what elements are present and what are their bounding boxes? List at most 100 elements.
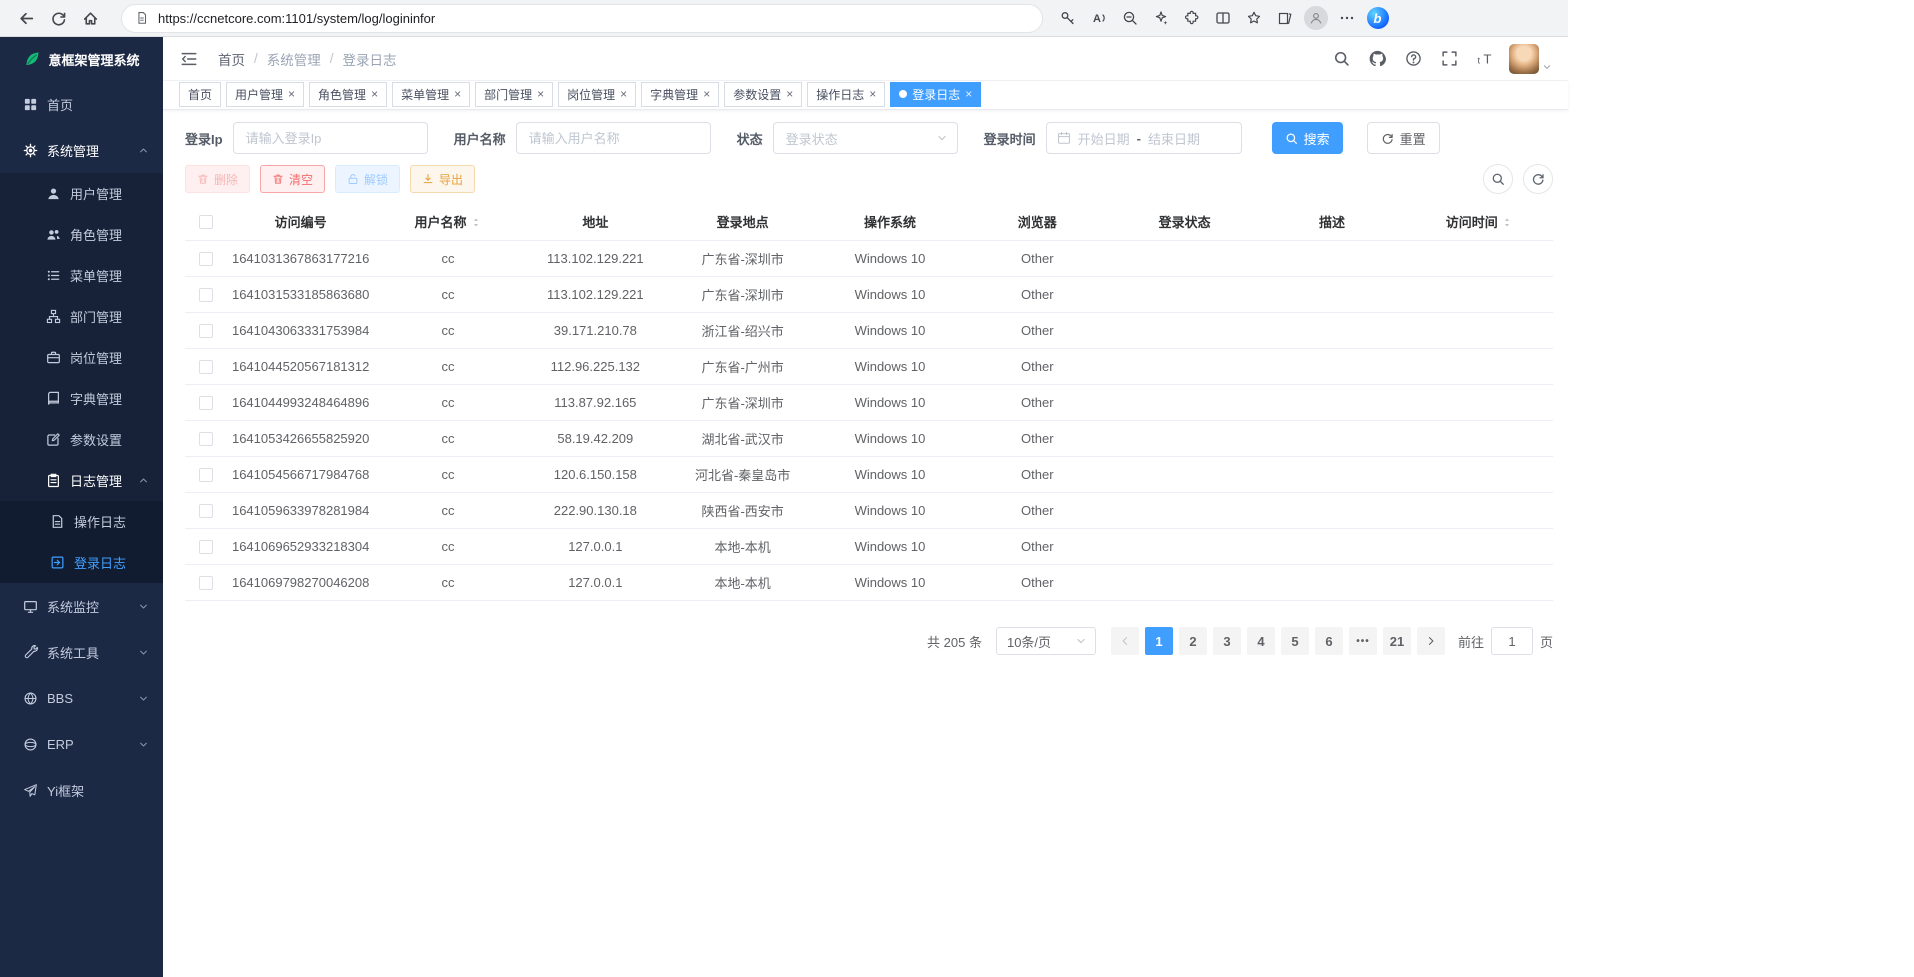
clear-button[interactable]: 清空: [260, 165, 325, 193]
bing-copilot-button[interactable]: b: [1362, 4, 1393, 32]
split-screen-button[interactable]: [1207, 4, 1238, 32]
sidebar-item-system-tools[interactable]: 系统工具: [0, 629, 163, 675]
sidebar-item-login-log[interactable]: 登录日志: [0, 542, 163, 583]
more-pages-button[interactable]: •••: [1349, 627, 1377, 655]
page-button-3[interactable]: 3: [1213, 627, 1241, 655]
tab-home[interactable]: 首页: [179, 82, 221, 107]
row-checkbox[interactable]: [199, 576, 213, 590]
row-checkbox[interactable]: [199, 252, 213, 266]
tab-dict-management[interactable]: 字典管理×: [641, 82, 719, 107]
sidebar-item-dict-management[interactable]: 字典管理: [0, 378, 163, 419]
read-aloud-button[interactable]: A: [1083, 4, 1114, 32]
tab-param-settings[interactable]: 参数设置×: [724, 82, 802, 107]
goto-page-input[interactable]: [1491, 627, 1533, 655]
select-all-checkbox[interactable]: [199, 215, 213, 229]
tab-operation-log[interactable]: 操作日志×: [807, 82, 885, 107]
sidebar-item-menu-management[interactable]: 菜单管理: [0, 255, 163, 296]
page-button-2[interactable]: 2: [1179, 627, 1207, 655]
browser-profile-button[interactable]: [1300, 4, 1331, 32]
sidebar-item-erp[interactable]: ERP: [0, 721, 163, 767]
row-checkbox[interactable]: [199, 360, 213, 374]
tab-dept-management[interactable]: 部门管理×: [475, 82, 553, 107]
table-row[interactable]: 1641053426655825920cc58.19.42.209湖北省-武汉市…: [185, 421, 1553, 457]
tab-close-icon[interactable]: ×: [869, 88, 876, 100]
page-button-4[interactable]: 4: [1247, 627, 1275, 655]
row-checkbox[interactable]: [199, 540, 213, 554]
zoom-button[interactable]: [1114, 4, 1145, 32]
row-checkbox[interactable]: [199, 432, 213, 446]
font-size-button[interactable]: tT: [1473, 47, 1497, 71]
browser-settings-button[interactable]: [1331, 4, 1362, 32]
collections-button[interactable]: [1269, 4, 1300, 32]
sort-caret-icon[interactable]: [470, 215, 482, 230]
favorites-button[interactable]: [1238, 4, 1269, 32]
table-row[interactable]: 1641054566717984768cc120.6.150.158河北省-秦皇…: [185, 457, 1553, 493]
table-row[interactable]: 1641059633978281984cc222.90.130.18陕西省-西安…: [185, 493, 1553, 529]
address-bar[interactable]: https://ccnetcore.com:1101/system/log/lo…: [122, 5, 1042, 32]
next-page-button[interactable]: [1417, 627, 1445, 655]
sort-caret-icon[interactable]: [1501, 215, 1513, 230]
sidebar-toggle-button[interactable]: [177, 47, 201, 71]
sidebar-item-system-monitor[interactable]: 系统监控: [0, 583, 163, 629]
extensions-button[interactable]: [1176, 4, 1207, 32]
table-row[interactable]: 1641031367863177216cc113.102.129.221广东省-…: [185, 241, 1553, 277]
breadcrumb-item-1[interactable]: 系统管理: [267, 49, 321, 69]
prev-page-button[interactable]: [1111, 627, 1139, 655]
row-checkbox[interactable]: [199, 324, 213, 338]
unlock-button[interactable]: 解锁: [335, 165, 400, 193]
sidebar-item-bbs[interactable]: BBS: [0, 675, 163, 721]
user-avatar-button[interactable]: [1509, 44, 1552, 74]
fullscreen-button[interactable]: [1437, 47, 1461, 71]
delete-button[interactable]: 删除: [185, 165, 250, 193]
tab-close-icon[interactable]: ×: [786, 88, 793, 100]
tab-close-icon[interactable]: ×: [454, 88, 461, 100]
breadcrumb-item-0[interactable]: 首页: [218, 49, 245, 69]
sidebar-item-user-management[interactable]: 用户管理: [0, 173, 163, 214]
sidebar-item-home[interactable]: 首页: [0, 81, 163, 127]
page-info-icon[interactable]: [135, 11, 149, 25]
row-checkbox[interactable]: [199, 504, 213, 518]
show-search-toggle-button[interactable]: [1483, 164, 1513, 194]
page-size-select[interactable]: 10条/页: [996, 627, 1096, 655]
tab-close-icon[interactable]: ×: [537, 88, 544, 100]
table-row[interactable]: 1641044993248464896cc113.87.92.165广东省-深圳…: [185, 385, 1553, 421]
table-row[interactable]: 1641043063331753984cc39.171.210.78浙江省-绍兴…: [185, 313, 1553, 349]
github-button[interactable]: [1365, 47, 1389, 71]
sidebar-item-dept-management[interactable]: 部门管理: [0, 296, 163, 337]
page-button-21[interactable]: 21: [1383, 627, 1411, 655]
tab-close-icon[interactable]: ×: [965, 88, 972, 100]
browser-home-button[interactable]: [74, 4, 106, 32]
refresh-table-button[interactable]: [1523, 164, 1553, 194]
table-row[interactable]: 1641031533185863680cc113.102.129.221广东省-…: [185, 277, 1553, 313]
browser-back-button[interactable]: [10, 4, 42, 32]
column-header-1[interactable]: 用户名称: [374, 202, 521, 241]
password-manager-button[interactable]: [1052, 4, 1083, 32]
login-ip-input[interactable]: [233, 122, 428, 154]
login-time-range-picker[interactable]: 开始日期 - 结束日期: [1046, 122, 1242, 154]
sidebar-item-operation-log[interactable]: 操作日志: [0, 501, 163, 542]
header-search-button[interactable]: [1329, 47, 1353, 71]
search-button[interactable]: 搜索: [1272, 122, 1343, 154]
username-input[interactable]: [516, 122, 711, 154]
tab-close-icon[interactable]: ×: [288, 88, 295, 100]
status-select[interactable]: 登录状态: [773, 122, 958, 154]
reset-button[interactable]: 重置: [1367, 122, 1440, 154]
tab-user-management[interactable]: 用户管理×: [226, 82, 304, 107]
browser-refresh-button[interactable]: [42, 4, 74, 32]
column-header-8[interactable]: 访问时间: [1406, 202, 1553, 241]
page-button-6[interactable]: 6: [1315, 627, 1343, 655]
page-button-1[interactable]: 1: [1145, 627, 1173, 655]
tab-close-icon[interactable]: ×: [620, 88, 627, 100]
row-checkbox[interactable]: [199, 396, 213, 410]
help-button[interactable]: [1401, 47, 1425, 71]
sidebar-item-system-management[interactable]: 系统管理: [0, 127, 163, 173]
row-checkbox[interactable]: [199, 288, 213, 302]
table-row[interactable]: 1641044520567181312cc112.96.225.132广东省-广…: [185, 349, 1553, 385]
tab-post-management[interactable]: 岗位管理×: [558, 82, 636, 107]
sidebar-item-log-management[interactable]: 日志管理: [0, 460, 163, 501]
export-button[interactable]: 导出: [410, 165, 475, 193]
page-button-5[interactable]: 5: [1281, 627, 1309, 655]
table-row[interactable]: 1641069652933218304cc127.0.0.1本地-本机Windo…: [185, 529, 1553, 565]
sidebar-item-post-management[interactable]: 岗位管理: [0, 337, 163, 378]
browser-essentials-button[interactable]: [1145, 4, 1176, 32]
